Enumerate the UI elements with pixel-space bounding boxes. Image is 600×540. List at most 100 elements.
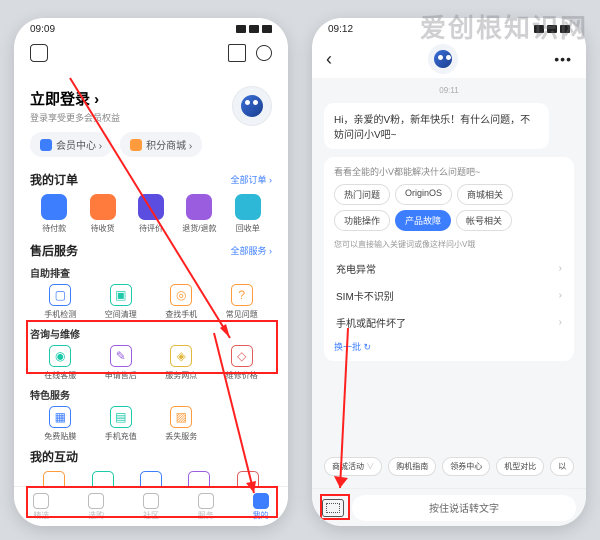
phone-right: 09:12 ‹ ••• 09:11 Hi，亲爱的V粉，新年快乐！有什么问题，不妨… — [312, 18, 586, 526]
interact-icon[interactable] — [140, 471, 162, 486]
greeting-bubble: Hi，亲爱的V粉，新年快乐！有什么问题，不妨问问小V吧~ — [324, 103, 549, 149]
status-bar: 09:09 — [14, 18, 288, 40]
wifi-icon — [249, 25, 259, 33]
label: 回收单 — [236, 223, 260, 234]
pill-fault[interactable]: 产品故障 — [395, 210, 451, 231]
label: 维修价格 — [226, 370, 258, 381]
label: 充电异常 — [336, 261, 376, 276]
chevron-right-icon: › — [559, 290, 562, 301]
settings-icon[interactable] — [30, 44, 48, 62]
chat-time: 09:11 — [324, 86, 574, 95]
watermark: 爱创根知识网 — [420, 8, 588, 45]
tab-community[interactable]: 社区 — [124, 487, 179, 526]
label: 待评价 — [139, 223, 163, 234]
refresh-link[interactable]: 换一批 ↻ — [334, 340, 564, 353]
interact-icon[interactable] — [237, 471, 259, 486]
signal-icon — [236, 25, 246, 33]
phone-left: 09:09 立即登录 › 登录享受更多会员权益 会员中心 › 积分商城 › — [14, 18, 288, 526]
item-faq[interactable]: ?常见问题 — [212, 284, 273, 320]
message-icon[interactable] — [256, 45, 272, 61]
item-online-service[interactable]: ◉在线客服 — [30, 345, 91, 381]
label: 在线客服 — [44, 370, 76, 381]
chat-body: 09:11 Hi，亲爱的V粉，新年快乐！有什么问题，不妨问问小V吧~ 看看全能的… — [312, 78, 586, 488]
order-pending-receive[interactable]: 待收货 — [78, 194, 126, 234]
tab-service[interactable]: 服务 — [178, 487, 233, 526]
label: 待付款 — [42, 223, 66, 234]
battery-icon — [262, 25, 272, 33]
input-bar: 按住说话转文字 — [312, 488, 586, 526]
label: 常见问题 — [226, 309, 258, 320]
pill-guide[interactable]: 购机指南 — [388, 457, 436, 476]
label: SIM卡不识别 — [336, 288, 394, 303]
tab-mine[interactable]: 我的 — [233, 487, 288, 526]
order-pending-pay[interactable]: 待付款 — [30, 194, 78, 234]
label: 申请售后 — [105, 370, 137, 381]
item-apply-after[interactable]: ✎申请售后 — [91, 345, 152, 381]
pill-mall[interactable]: 商城相关 — [457, 184, 513, 205]
item-clean[interactable]: ▣空间清理 — [91, 284, 152, 320]
tab-featured[interactable]: 精选 — [14, 487, 69, 526]
label: 手机充值 — [105, 431, 137, 442]
label: 我的 — [253, 510, 269, 521]
interact-title: 我的互动 — [30, 448, 78, 465]
label: 商城活动 — [332, 462, 364, 471]
item-find[interactable]: ◎查找手机 — [151, 284, 212, 320]
bubble-title: 看看全能的小V都能解决什么问题吧~ — [334, 165, 564, 178]
orders-title: 我的订单 — [30, 171, 78, 188]
order-pending-review[interactable]: 待评价 — [127, 194, 175, 234]
points-icon — [130, 139, 142, 151]
tab-bar: 精选 选购 社区 服务 我的 — [14, 486, 288, 526]
label: 免费贴膜 — [44, 431, 76, 442]
pill-function[interactable]: 功能操作 — [334, 210, 390, 231]
cart-icon[interactable] — [228, 44, 246, 62]
chip-label: 会员中心 › — [56, 137, 102, 152]
pill-promo[interactable]: 商城活动 ∨ — [324, 457, 382, 476]
interact-icon[interactable] — [43, 471, 65, 486]
label: 退货/退款 — [182, 223, 216, 234]
keyboard-icon[interactable] — [322, 499, 344, 517]
bottom-pill-bar: 商城活动 ∨ 购机指南 领券中心 机型对比 以 — [324, 453, 574, 480]
chevron-right-icon: › — [559, 317, 562, 328]
item-free-film[interactable]: ▦免费贴膜 — [30, 406, 91, 442]
login-title[interactable]: 立即登录 › — [30, 88, 120, 109]
bubble-subtitle: 您可以直接输入关键词或像这样问小V哦 — [334, 239, 564, 250]
pill-coupon[interactable]: 领券中心 — [442, 457, 490, 476]
order-refund[interactable]: 退货/退款 — [175, 194, 223, 234]
avatar[interactable] — [232, 86, 272, 126]
label: 社区 — [143, 510, 159, 521]
item-phone-check[interactable]: ▢手机检测 — [30, 284, 91, 320]
label: 待收货 — [91, 223, 115, 234]
chip-member[interactable]: 会员中心 › — [30, 132, 112, 157]
pill-compare[interactable]: 机型对比 — [496, 457, 544, 476]
question-sim[interactable]: SIM卡不识别 › — [334, 282, 564, 309]
chip-points[interactable]: 积分商城 › — [120, 132, 202, 157]
question-broken[interactable]: 手机或配件坏了 › — [334, 309, 564, 336]
login-subtitle: 登录享受更多会员权益 — [30, 111, 120, 124]
after-all-link[interactable]: 全部服务 › — [231, 244, 273, 257]
chevron-right-icon: › — [559, 263, 562, 274]
orders-all-link[interactable]: 全部订单 › — [231, 173, 273, 186]
pill-hot[interactable]: 热门问题 — [334, 184, 390, 205]
more-icon[interactable]: ••• — [554, 51, 572, 67]
item-repair-price[interactable]: ◇维修价格 — [212, 345, 273, 381]
group-special: 特色服务 — [30, 387, 272, 402]
item-service-point[interactable]: ◈服务网点 — [151, 345, 212, 381]
item-lost[interactable]: ▨丢失服务 — [151, 406, 212, 442]
chip-label: 积分商城 › — [146, 137, 192, 152]
pill-more[interactable]: 以 — [550, 457, 574, 476]
group-selfcheck: 自助排查 — [30, 265, 272, 280]
interact-icon[interactable] — [92, 471, 114, 486]
interact-icon[interactable] — [188, 471, 210, 486]
order-recycle[interactable]: 回收单 — [224, 194, 272, 234]
item-recharge[interactable]: ▤手机充值 — [91, 406, 152, 442]
chat-avatar[interactable] — [428, 44, 458, 74]
label: 手机或配件坏了 — [336, 315, 406, 330]
pill-account[interactable]: 帐号相关 — [456, 210, 512, 231]
question-charge[interactable]: 充电异常 › — [334, 255, 564, 282]
pill-originos[interactable]: OriginOS — [395, 184, 452, 205]
back-icon[interactable]: ‹ — [326, 49, 332, 70]
after-title: 售后服务 — [30, 242, 78, 259]
tab-shop[interactable]: 选购 — [69, 487, 124, 526]
label: 服务 — [198, 510, 214, 521]
voice-input-button[interactable]: 按住说话转文字 — [352, 495, 576, 521]
